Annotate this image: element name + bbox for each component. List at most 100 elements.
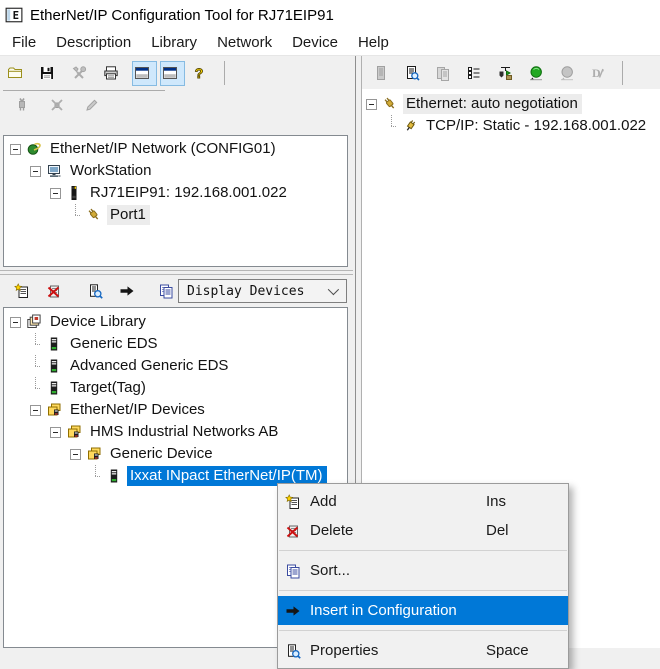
open-button[interactable] — [4, 60, 30, 86]
verify-module-button[interactable] — [401, 60, 427, 86]
chevron-down-icon — [327, 283, 340, 296]
menu-network[interactable]: Network — [207, 32, 282, 53]
edit-connection-button — [81, 92, 107, 118]
help-button[interactable]: ? — [188, 60, 214, 86]
module-black-icon — [66, 185, 82, 201]
tree-item[interactable]: Generic Device — [10, 443, 347, 465]
expand-toggle[interactable] — [10, 143, 21, 155]
menu-item-shortcut: Del — [486, 522, 509, 539]
menu-help[interactable]: Help — [348, 32, 399, 53]
toolbar-separator — [622, 60, 623, 85]
tree-item[interactable]: Ethernet: auto negotiation — [366, 93, 660, 115]
globe-green-icon — [528, 65, 544, 81]
sort-icon — [285, 563, 301, 579]
tree-item-label: EtherNet/IP Devices — [70, 401, 205, 418]
toolbar-separator — [224, 61, 225, 85]
insert-in-configuration-button[interactable] — [116, 278, 142, 304]
delete-device-icon — [46, 283, 62, 299]
print-button[interactable] — [100, 60, 126, 86]
tree-item-label: HMS Industrial Networks AB — [90, 423, 279, 440]
compare-modules-button — [432, 60, 458, 86]
interface-toolbar: D — [362, 56, 660, 90]
properties-device-icon — [285, 643, 301, 659]
expand-toggle[interactable] — [10, 316, 21, 328]
tree-item-label: Generic EDS — [70, 335, 158, 352]
menu-item-add[interactable]: Add Ins — [278, 487, 568, 516]
menu-item-delete[interactable]: Delete Del — [278, 516, 568, 545]
ethernet-icon — [382, 96, 398, 112]
library-icon — [26, 314, 42, 330]
expand-toggle[interactable] — [30, 404, 41, 416]
save-button[interactable] — [36, 60, 62, 86]
go-online-button[interactable] — [525, 60, 551, 86]
workstation-icon — [46, 163, 62, 179]
plug-icon — [14, 97, 30, 113]
expand-toggle[interactable] — [70, 448, 81, 460]
menu-item-insert-in-configuration[interactable]: Insert in Configuration — [278, 596, 568, 625]
device-group-icon — [46, 402, 62, 418]
context-menu: Add Ins Delete Del Sort... Insert in Configur… — [277, 483, 569, 669]
properties-device-icon — [87, 283, 103, 299]
view-right-pane-button[interactable] — [160, 60, 185, 86]
tree-item[interactable]: Advanced Generic EDS — [10, 355, 347, 377]
pane-icon — [134, 65, 150, 81]
menu-separator — [279, 590, 567, 591]
tree-connector — [70, 204, 81, 226]
svg-text:D: D — [592, 66, 601, 80]
insert-arrow-icon — [285, 603, 301, 619]
globe-gray-icon — [559, 65, 575, 81]
list-icon — [466, 65, 482, 81]
tree-item[interactable]: EtherNet/IP Devices — [10, 399, 347, 421]
tree-item[interactable]: TCP/IP: Static - 192.168.001.022 — [366, 115, 660, 137]
device-group-icon — [66, 424, 82, 440]
module-gray-icon — [373, 65, 389, 81]
delete-device-button[interactable] — [43, 278, 69, 304]
folder-icon — [7, 65, 23, 81]
expand-toggle[interactable] — [366, 98, 377, 110]
tree-connector — [30, 333, 41, 355]
add-device-icon — [13, 283, 30, 299]
svg-text:?: ? — [194, 65, 203, 81]
tree-item-label: Device Library — [50, 313, 146, 330]
tree-item-label: Target(Tag) — [70, 379, 146, 396]
save-icon — [39, 65, 55, 81]
device-icon — [46, 336, 62, 352]
device-filter-dropdown[interactable]: Display Devices — [178, 279, 347, 303]
device-icon — [46, 380, 62, 396]
add-device-button[interactable] — [11, 278, 37, 304]
disconnect-button — [46, 92, 72, 118]
tree-item[interactable]: Port1 — [10, 204, 347, 226]
view-left-pane-button[interactable] — [132, 60, 157, 86]
menu-description[interactable]: Description — [46, 32, 141, 53]
tools-icon — [71, 65, 87, 81]
task-list-button[interactable] — [463, 60, 489, 86]
connect-button — [11, 92, 37, 118]
menu-separator — [279, 630, 567, 631]
go-offline-button — [556, 60, 582, 86]
app-icon: E — [5, 6, 23, 24]
menu-library[interactable]: Library — [141, 32, 207, 53]
menu-device[interactable]: Device — [282, 32, 348, 53]
tree-item[interactable]: EtherNet/IP Network (CONFIG01) — [10, 138, 347, 160]
tree-item[interactable]: Target(Tag) — [10, 377, 347, 399]
insert-network-button[interactable] — [494, 60, 520, 86]
tree-item[interactable]: Generic EDS — [10, 333, 347, 355]
tree-item[interactable]: Device Library — [10, 311, 347, 333]
menu-item-properties[interactable]: Properties Space — [278, 636, 568, 665]
expand-toggle[interactable] — [30, 165, 41, 177]
menu-item-sort[interactable]: Sort... — [278, 556, 568, 585]
print-icon — [103, 65, 119, 81]
modules-gray-icon — [435, 65, 451, 81]
d-slash-icon: D — [590, 65, 606, 81]
menu-item-label: Delete — [310, 522, 354, 539]
device-properties-button[interactable] — [84, 278, 110, 304]
tree-item[interactable]: RJ71EIP91: 192.168.001.022 — [10, 182, 347, 204]
tree-item[interactable]: WorkStation — [10, 160, 347, 182]
expand-toggle[interactable] — [50, 187, 61, 199]
menu-file[interactable]: File — [2, 32, 46, 53]
title-bar: E EtherNet/IP Configuration Tool for RJ7… — [0, 0, 660, 30]
tree-item[interactable]: HMS Industrial Networks AB — [10, 421, 347, 443]
expand-toggle[interactable] — [50, 426, 61, 438]
svg-text:E: E — [13, 9, 19, 22]
device-group-icon — [86, 446, 102, 462]
